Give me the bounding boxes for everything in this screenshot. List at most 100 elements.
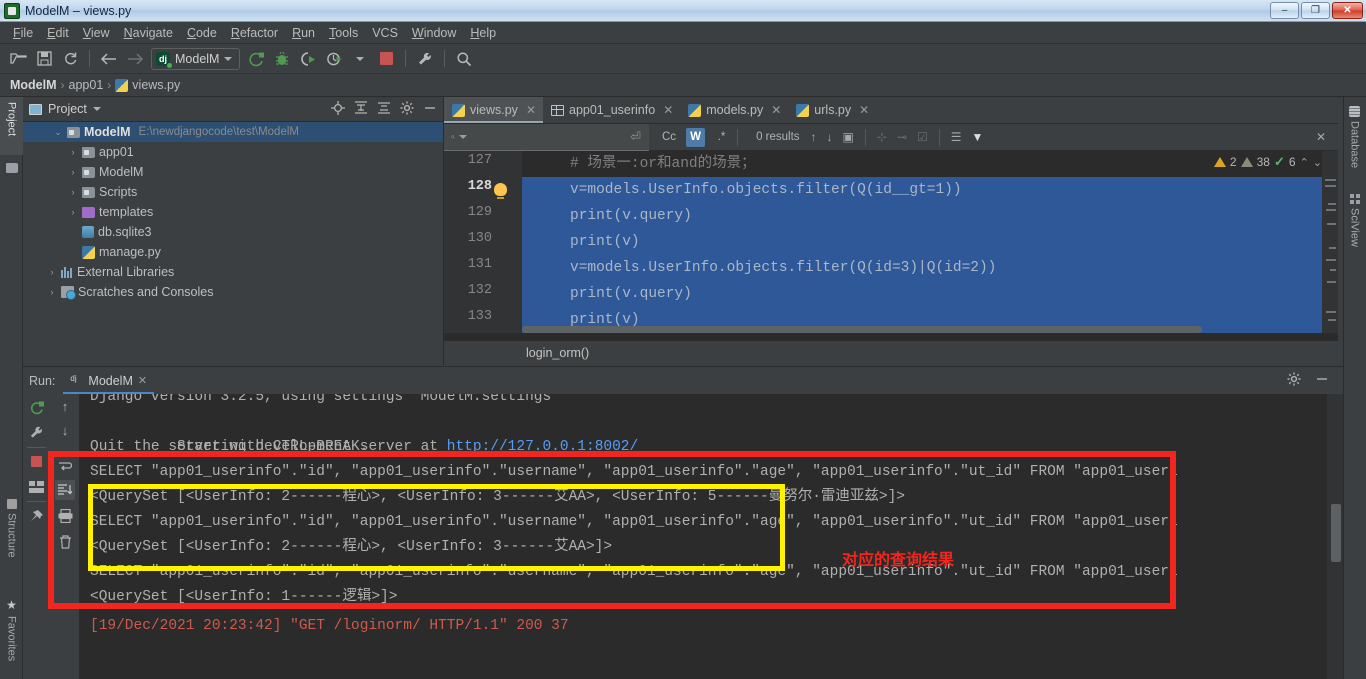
gear-icon[interactable] — [400, 101, 414, 117]
menu-navigate[interactable]: Navigate — [117, 24, 180, 42]
clear-all-icon[interactable] — [55, 532, 75, 552]
console-vertical-scrollbar[interactable] — [1327, 394, 1343, 679]
add-line-icon[interactable]: ⊹ — [877, 130, 887, 144]
forward-arrow-icon[interactable] — [123, 47, 147, 71]
tab-models-py[interactable]: models.py ✕ — [680, 97, 788, 123]
sidebar-item-database[interactable]: Database — [1343, 101, 1366, 173]
run-coverage-icon[interactable] — [296, 47, 320, 71]
sidebar-item-project[interactable]: Project — [0, 97, 23, 155]
menu-edit[interactable]: Edit — [40, 24, 76, 42]
save-icon[interactable] — [32, 47, 56, 71]
profile-dropdown-icon[interactable] — [348, 47, 372, 71]
tree-item-external-libraries[interactable]: › External Libraries — [23, 262, 443, 282]
stop-icon[interactable] — [27, 452, 46, 471]
tree-item-templates[interactable]: › templates — [23, 202, 443, 222]
profile-icon[interactable] — [322, 47, 346, 71]
chevron-up-icon[interactable]: ⌃ — [1300, 156, 1309, 169]
console-output[interactable]: Django version 3.2.5, using settings 'Mo… — [80, 394, 1327, 679]
sidebar-item-sciview[interactable]: SciView — [1343, 189, 1366, 257]
menu-code[interactable]: Code — [180, 24, 224, 42]
close-icon[interactable]: ✕ — [663, 103, 673, 117]
menu-refactor[interactable]: Refactor — [224, 24, 285, 42]
tree-item-scripts[interactable]: › Scripts — [23, 182, 443, 202]
run-icon[interactable] — [244, 47, 268, 71]
menu-run[interactable]: Run — [285, 24, 322, 42]
editor-gutter[interactable]: 127 128 129 130 131 132 133 — [444, 151, 522, 333]
chevron-right-icon[interactable]: › — [47, 267, 57, 277]
tree-item-scratches-and-consoles[interactable]: › Scratches and Consoles — [23, 282, 443, 302]
close-icon[interactable]: ✕ — [859, 103, 869, 117]
minimize-icon[interactable] — [423, 101, 437, 117]
chevron-down-icon[interactable]: ⌄ — [53, 127, 63, 138]
tree-item-modelm-root[interactable]: ⌄ ModelM E:\newdjangocode\test\ModelM — [23, 122, 443, 142]
breadcrumb-item-1[interactable]: app01 — [69, 78, 104, 92]
layout-icon[interactable] — [27, 478, 46, 497]
edit-line-icon[interactable]: ☑ — [917, 130, 928, 144]
editor-minimap-scrollbar[interactable] — [1322, 151, 1338, 333]
tab-app01-userinfo[interactable]: app01_userinfo ✕ — [543, 97, 680, 123]
run-configuration-selector[interactable]: dj ModelM — [151, 47, 241, 70]
menu-tools[interactable]: Tools — [322, 24, 365, 42]
inspection-widget[interactable]: 2 38 ✓ 6 ⌃ ⌄ — [1213, 154, 1322, 170]
regex-newline-icon[interactable]: ⏎ — [630, 129, 649, 145]
close-button[interactable]: ✕ — [1332, 2, 1363, 19]
open-folder-icon[interactable] — [6, 47, 30, 71]
menu-view[interactable]: View — [76, 24, 117, 42]
menu-file[interactable]: File — [6, 24, 40, 42]
back-arrow-icon[interactable] — [97, 47, 121, 71]
sidebar-item-structure[interactable]: Structure — [0, 494, 23, 569]
sidebar-item-favorites[interactable]: ★ Favorites — [0, 593, 23, 671]
up-arrow-icon[interactable]: ↑ — [55, 396, 75, 416]
restore-button[interactable]: ❐ — [1301, 2, 1330, 19]
settings-wrench-icon[interactable] — [413, 47, 437, 71]
chevron-right-icon[interactable]: › — [68, 167, 78, 177]
sidebar-item-folder[interactable] — [0, 157, 23, 179]
preview-icon[interactable]: ☰ — [951, 130, 962, 144]
chevron-right-icon[interactable]: › — [68, 187, 78, 197]
tab-urls-py[interactable]: urls.py ✕ — [788, 97, 876, 123]
chevron-right-icon[interactable]: › — [47, 287, 57, 297]
menu-window[interactable]: Window — [405, 24, 463, 42]
next-match-icon[interactable]: ↓ — [827, 130, 833, 144]
minimize-button[interactable]: – — [1270, 2, 1299, 19]
tab-views-py[interactable]: views.py ✕ — [444, 97, 543, 123]
menu-help[interactable]: Help — [463, 24, 503, 42]
print-icon[interactable] — [55, 506, 75, 526]
editor-horizontal-scrollbar[interactable] — [522, 326, 1202, 333]
tree-item-db-sqlite3[interactable]: db.sqlite3 — [23, 222, 443, 242]
pin-icon[interactable] — [27, 507, 46, 526]
expand-all-icon[interactable] — [354, 101, 368, 117]
search-text-field[interactable] — [471, 129, 627, 144]
match-case-toggle[interactable]: Cc — [659, 128, 679, 147]
wrench-settings-icon[interactable] — [27, 423, 46, 442]
collapse-all-icon[interactable] — [377, 101, 391, 117]
breadcrumb-item-0[interactable]: ModelM — [10, 78, 57, 92]
sync-refresh-icon[interactable] — [58, 47, 82, 71]
run-tab-modelm[interactable]: dj ModelM ✕ — [63, 367, 154, 394]
whole-words-toggle[interactable]: W — [686, 127, 706, 147]
search-everywhere-icon[interactable] — [452, 47, 476, 71]
filter-icon[interactable]: ▼ — [972, 130, 984, 144]
scroll-to-end-icon[interactable] — [55, 480, 75, 500]
breadcrumb-item-2[interactable]: views.py — [132, 78, 180, 92]
prev-match-icon[interactable]: ↑ — [811, 130, 817, 144]
locate-target-icon[interactable] — [331, 101, 345, 117]
minimize-icon[interactable] — [1315, 372, 1329, 389]
tree-item-app01[interactable]: › app01 — [23, 142, 443, 162]
chevron-down-icon[interactable]: ⌄ — [1313, 156, 1322, 169]
menu-vcs[interactable]: VCS — [365, 24, 405, 42]
regex-toggle[interactable]: .* — [712, 128, 731, 147]
chevron-right-icon[interactable]: › — [68, 207, 78, 217]
chevron-down-icon[interactable] — [459, 134, 468, 139]
close-icon[interactable]: ✕ — [138, 374, 147, 387]
down-arrow-icon[interactable]: ↓ — [55, 420, 75, 440]
close-find-icon[interactable]: ✕ — [1316, 130, 1326, 144]
soft-wrap-icon[interactable] — [55, 456, 75, 476]
intention-bulb-icon[interactable] — [494, 183, 507, 199]
tree-item-manage-py[interactable]: manage.py — [23, 242, 443, 262]
tree-item-modelm[interactable]: › ModelM — [23, 162, 443, 182]
search-input[interactable]: ⏎ — [444, 123, 649, 151]
server-url-link[interactable]: http://127.0.0.1:8002/ — [447, 439, 638, 455]
select-all-icon[interactable]: ▣ — [843, 130, 854, 144]
debug-icon[interactable] — [270, 47, 294, 71]
